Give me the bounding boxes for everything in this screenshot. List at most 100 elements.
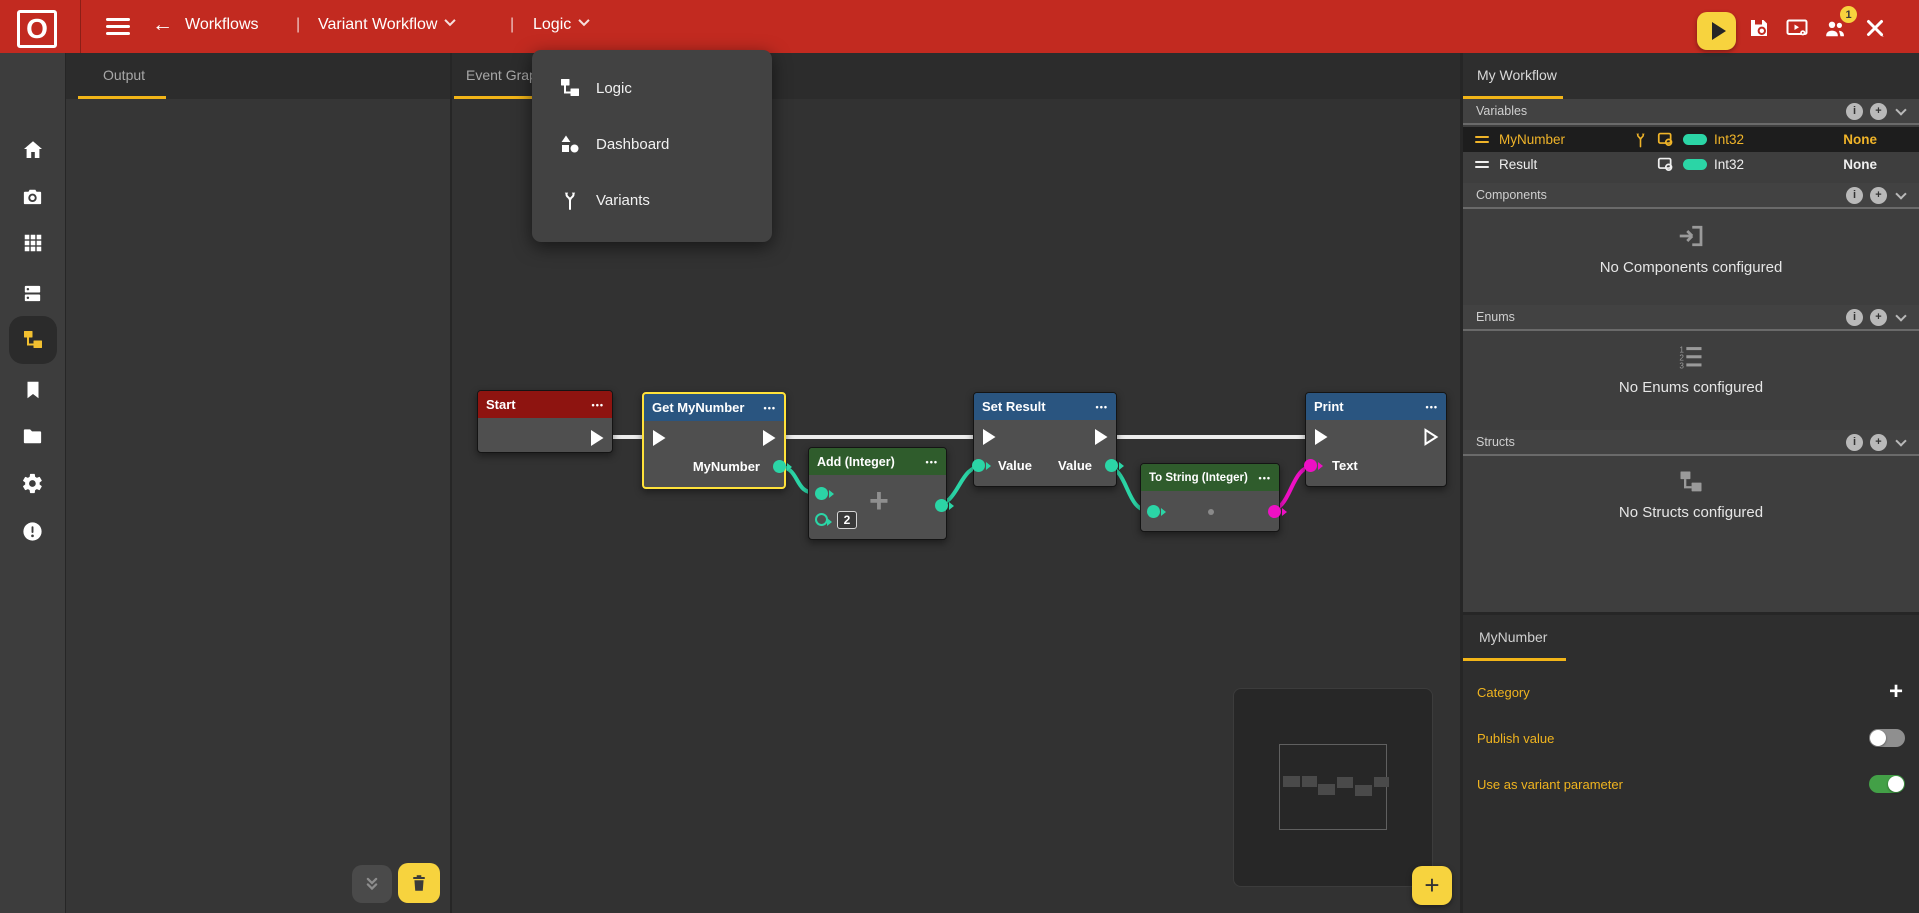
sidebar-item-home[interactable] (0, 128, 65, 172)
port-value-input[interactable]: 2 (837, 511, 857, 529)
toggle-knob (1888, 776, 1904, 792)
hamburger-menu-icon[interactable] (106, 18, 130, 35)
sidebar-item-camera[interactable] (0, 174, 65, 218)
info-icon[interactable]: i (1846, 187, 1863, 204)
exec-out-pin[interactable] (1093, 428, 1109, 446)
node-menu-icon[interactable]: ••• (1259, 473, 1271, 483)
info-icon[interactable]: i (1846, 103, 1863, 120)
node-title: Add (Integer) (817, 455, 895, 469)
data-out-port[interactable] (1105, 459, 1118, 472)
data-out-port[interactable] (773, 460, 786, 473)
variable-type: Int32 (1714, 157, 1744, 172)
node-menu-icon[interactable]: ••• (926, 457, 938, 467)
exec-out-pin[interactable] (589, 429, 605, 447)
drag-handle-icon[interactable] (1475, 158, 1489, 171)
publish-value-toggle[interactable] (1869, 729, 1905, 747)
info-icon[interactable]: i (1846, 309, 1863, 326)
node-get-mynumber-header: Get MyNumber ••• (644, 394, 784, 421)
minimap[interactable] (1233, 688, 1433, 887)
view-dropdown[interactable]: Logic (533, 16, 588, 34)
exec-in-pin[interactable] (981, 428, 997, 446)
sidebar-item-settings[interactable] (0, 461, 65, 505)
publish-link-icon (1656, 130, 1675, 149)
variable-row-mynumber[interactable]: MyNumber Int32 None (1463, 127, 1919, 152)
sidebar-item-devices[interactable] (0, 271, 65, 315)
collapse-chevron-icon[interactable] (1895, 435, 1906, 446)
clear-output-button[interactable] (398, 863, 440, 903)
node-get-mynumber[interactable]: Get MyNumber ••• MyNumber (642, 392, 786, 489)
minimap-node (1337, 777, 1353, 788)
exec-in-pin[interactable] (1313, 428, 1329, 446)
exec-out-pin[interactable] (761, 429, 777, 447)
add-component-button[interactable]: + (1870, 187, 1887, 204)
data-in-port[interactable] (972, 459, 985, 472)
node-menu-icon[interactable]: ••• (764, 403, 776, 413)
sidebar-item-files[interactable] (0, 414, 65, 458)
variable-row-result[interactable]: Result Int32 None (1463, 152, 1919, 177)
node-start[interactable]: Start ••• (477, 390, 613, 453)
minimap-node (1302, 776, 1317, 787)
data-in-port-1[interactable] (815, 487, 828, 500)
scroll-to-bottom-button[interactable] (352, 865, 392, 903)
data-out-port[interactable] (935, 499, 948, 512)
add-struct-button[interactable]: + (1870, 434, 1887, 451)
node-print[interactable]: Print ••• Text (1305, 392, 1447, 487)
data-out-port[interactable] (1268, 505, 1281, 518)
add-variable-button[interactable]: + (1870, 103, 1887, 120)
back-arrow-icon[interactable]: ← (152, 13, 173, 37)
node-menu-icon[interactable]: ••• (592, 400, 604, 410)
sidebar-item-apps[interactable] (0, 221, 65, 265)
minimap-node (1355, 785, 1372, 796)
variant-parameter-toggle[interactable] (1869, 775, 1905, 793)
section-title: Components (1476, 188, 1846, 202)
type-color-pill (1683, 159, 1707, 170)
node-title: To String (Integer) (1149, 472, 1248, 484)
add-enum-button[interactable]: + (1870, 309, 1887, 326)
collapse-chevron-icon[interactable] (1895, 188, 1906, 199)
tab-output[interactable]: Output (103, 67, 145, 83)
section-title: Enums (1476, 310, 1846, 324)
tab-my-workflow[interactable]: My Workflow (1477, 67, 1557, 83)
sidebar-item-bookmarks[interactable] (0, 368, 65, 412)
data-in-port-2[interactable] (815, 513, 828, 526)
variant-parameter-icon (1631, 130, 1650, 149)
menu-item-dashboard[interactable]: Dashboard (532, 116, 772, 172)
node-body-dot (1208, 509, 1214, 515)
top-bar: O ← Workflows | Variant Workflow | Logic… (0, 0, 1919, 53)
workflow-name-dropdown[interactable]: Variant Workflow (318, 16, 454, 34)
node-menu-icon[interactable]: ••• (1426, 402, 1438, 412)
tab-mynumber[interactable]: MyNumber (1479, 629, 1547, 645)
node-to-string[interactable]: To String (Integer) ••• (1140, 463, 1280, 532)
info-icon[interactable]: i (1846, 434, 1863, 451)
save-link-icon[interactable] (1746, 16, 1772, 40)
node-menu-icon[interactable]: ••• (1096, 402, 1108, 412)
sidebar-item-workflows[interactable] (0, 318, 65, 362)
add-node-button[interactable]: + (1412, 866, 1452, 905)
exec-out-pin-unconnected[interactable] (1423, 428, 1439, 446)
add-category-button[interactable]: + (1889, 678, 1903, 706)
collapse-chevron-icon[interactable] (1895, 104, 1906, 115)
publish-value-row: Publish value (1463, 715, 1919, 761)
edit-tools-icon[interactable] (1862, 16, 1888, 40)
node-set-result-header: Set Result ••• (974, 393, 1116, 420)
menu-item-variants[interactable]: Variants (532, 172, 772, 228)
data-in-port[interactable] (1304, 459, 1317, 472)
drag-handle-icon[interactable] (1475, 133, 1489, 146)
run-workflow-button[interactable] (1697, 12, 1736, 50)
screen-settings-icon[interactable] (1784, 16, 1810, 40)
variable-name: Result (1499, 157, 1656, 172)
app-logo[interactable]: O (17, 10, 57, 48)
collapse-chevron-icon[interactable] (1895, 310, 1906, 321)
variant-parameter-row: Use as variant parameter (1463, 761, 1919, 807)
minimap-node (1283, 776, 1300, 787)
sidebar-item-alerts[interactable] (0, 509, 65, 553)
breadcrumb-workflows[interactable]: Workflows (185, 16, 259, 34)
menu-item-logic[interactable]: Logic (532, 60, 772, 116)
data-in-port[interactable] (1147, 505, 1160, 518)
exec-in-pin[interactable] (651, 429, 667, 447)
notification-badge[interactable]: 1 (1840, 6, 1857, 23)
components-empty-state: No Components configured (1463, 221, 1919, 276)
node-set-result[interactable]: Set Result ••• Value Value (973, 392, 1117, 487)
variable-name: MyNumber (1499, 132, 1631, 147)
node-add-integer[interactable]: Add (Integer) ••• 2 + (808, 447, 947, 540)
